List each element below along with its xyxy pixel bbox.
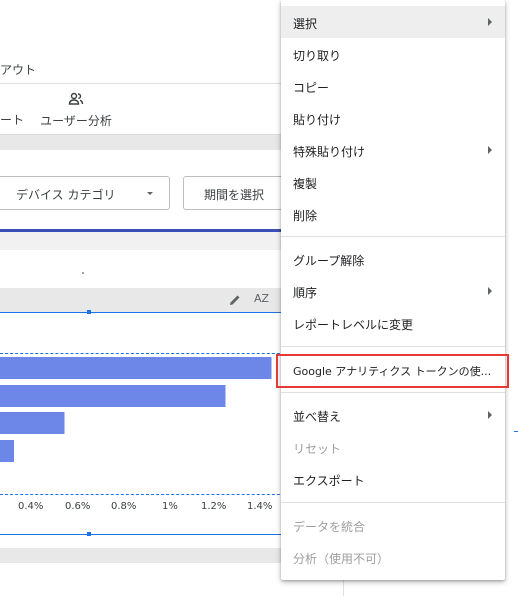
- submenu-arrow-icon: [488, 287, 492, 295]
- menu-separator: [281, 502, 505, 503]
- menu-separator: [281, 236, 505, 237]
- submenu-arrow-icon: [488, 18, 492, 26]
- menu-item-label: グループ解除: [293, 254, 365, 268]
- bar: [0, 357, 272, 379]
- x-tick-label: 1%: [162, 501, 178, 512]
- canvas-strip-bottom: [0, 548, 300, 563]
- menu-item-label: 削除: [293, 209, 318, 223]
- menu-item-analyze: 分析（使用不可）: [281, 541, 505, 573]
- x-tick-label: 0.4%: [18, 501, 44, 512]
- bar: [0, 440, 14, 462]
- menu-item-label: 特殊貼り付け: [293, 145, 366, 159]
- menu-separator: [281, 392, 505, 393]
- menu-item-duplicate[interactable]: 複製: [281, 166, 505, 198]
- menu-item-label: データを統合: [293, 520, 366, 534]
- submenu-arrow-icon: [488, 411, 492, 419]
- gap: [0, 232, 300, 250]
- menu-item-label: 分析（使用不可）: [293, 552, 390, 566]
- menu-item-cut[interactable]: 切り取り: [281, 38, 505, 70]
- tab-user-analysis-label: ユーザー分析: [40, 114, 112, 128]
- x-tick-label: 0.6%: [65, 501, 91, 512]
- submenu-arrow-icon: [488, 146, 492, 154]
- menu-item-label: レポートレベルに変更: [293, 318, 414, 332]
- menu-item-label: 順序: [293, 286, 318, 300]
- menu-item-order[interactable]: 順序: [281, 275, 505, 307]
- x-tick-label: 1.2%: [201, 501, 227, 512]
- bar: [0, 385, 226, 407]
- device-category-label: デバイス カテゴリ: [16, 188, 116, 202]
- menu-item-copy[interactable]: コピー: [281, 70, 505, 102]
- x-tick-label: 1.4%: [247, 501, 273, 512]
- menu-item-select[interactable]: 選択: [281, 6, 505, 38]
- period-select-label: 期間を選択: [204, 188, 265, 202]
- menu-item-label: 貼り付け: [293, 113, 342, 127]
- device-category-filter[interactable]: デバイス カテゴリ: [0, 176, 170, 210]
- menu-item-delete[interactable]: 削除: [281, 198, 505, 230]
- filter-area: デバイス カテゴリ 期間を選択: [0, 150, 303, 232]
- menu-item-sort[interactable]: 並べ替え: [281, 399, 505, 431]
- menu-item-label: 切り取り: [293, 49, 342, 63]
- menu-item-label: リセット: [293, 442, 342, 456]
- people-icon: [68, 92, 84, 105]
- bar: [0, 412, 65, 434]
- panel-marker: [514, 431, 518, 432]
- menu-item-blend-data: データを統合: [281, 509, 505, 541]
- menu-item-reset: リセット: [281, 431, 505, 463]
- dropdown-arrow-icon: [147, 192, 153, 195]
- selection-border-bottom: [0, 534, 300, 535]
- menu-item-label: 複製: [293, 177, 318, 191]
- menu-item-ungroup[interactable]: グループ解除: [281, 243, 505, 275]
- menu-item-label: 並べ替え: [293, 410, 342, 424]
- menu-item-label: コピー: [293, 81, 330, 95]
- menu-item-ga-token[interactable]: Google アナリティクス トークンの使...: [276, 352, 509, 388]
- tab-user-analysis[interactable]: ユーザー分析: [40, 92, 112, 129]
- menu-item-paste-special[interactable]: 特殊貼り付け: [281, 134, 505, 166]
- menu-item-export[interactable]: エクスポート: [281, 463, 505, 495]
- menu-item-label: 選択: [293, 17, 318, 31]
- tab-partial[interactable]: ート: [0, 111, 24, 128]
- resize-handle-bottom[interactable]: [87, 532, 91, 536]
- menu-item-label: エクスポート: [293, 474, 365, 488]
- menu-item-report-level[interactable]: レポートレベルに変更: [281, 307, 505, 339]
- menu-item-paste[interactable]: 貼り付け: [281, 102, 505, 134]
- context-menu: 選択 切り取り コピー 貼り付け 特殊貼り付け 複製 削除 グループ解除 順序 …: [276, 0, 509, 580]
- layout-menu-label[interactable]: アウト: [0, 61, 36, 78]
- menu-separator: [281, 346, 505, 347]
- red-highlight-box: [276, 354, 509, 388]
- x-tick-label: 0.8%: [111, 501, 137, 512]
